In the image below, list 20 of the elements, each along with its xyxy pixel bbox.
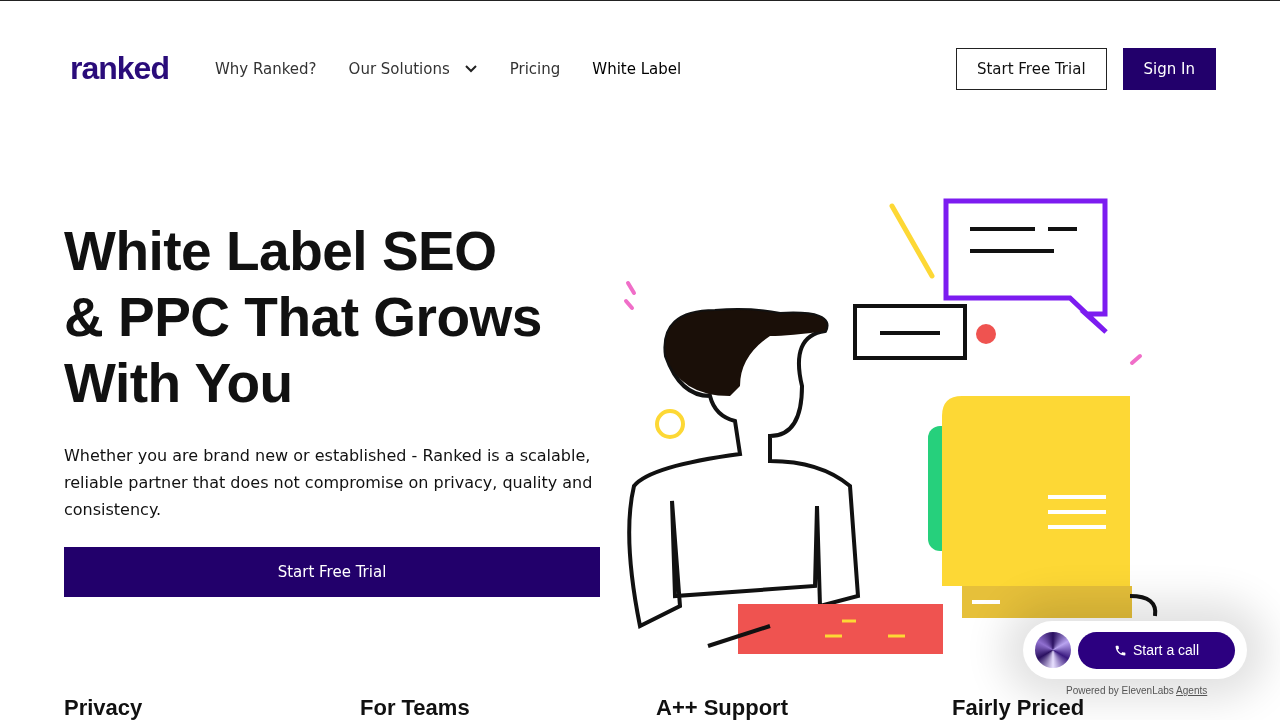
feature-heading: Fairly Priced (952, 697, 1085, 719)
nav-link[interactable]: White Label (592, 59, 682, 78)
agents-link[interactable]: Agents (1176, 685, 1208, 696)
sign-in-button[interactable]: Sign In (1122, 47, 1216, 90)
hero-heading: White Label SEO & PPC That Grows With You (64, 219, 543, 416)
nav-link[interactable]: Why Ranked? (214, 59, 317, 78)
start-trial-button[interactable]: Start Free Trial (64, 547, 600, 597)
powered-by-text: Powered by ElevenLabs (1066, 685, 1174, 696)
feature-heading: For Teams (360, 697, 470, 719)
nav-dropdown[interactable]: Our Solutions (348, 59, 478, 78)
chevron-down-icon (463, 64, 478, 73)
nav-link[interactable]: Pricing (509, 59, 561, 78)
start-call-button[interactable]: Start a call (1078, 631, 1235, 669)
phone-icon (1113, 643, 1127, 657)
logo[interactable]: ranked (70, 50, 169, 87)
free-trial-button[interactable]: Start Free Trial (955, 47, 1107, 90)
feature-heading: A++ Support (656, 697, 788, 719)
hero-description: Whether you are brand new or established - Ranked is a scalable, reliable partner that does not compromise on privacy, quality and consistency. (64, 445, 594, 521)
feature-heading: Privacy (64, 697, 143, 719)
agent-avatar-icon (1035, 632, 1071, 668)
